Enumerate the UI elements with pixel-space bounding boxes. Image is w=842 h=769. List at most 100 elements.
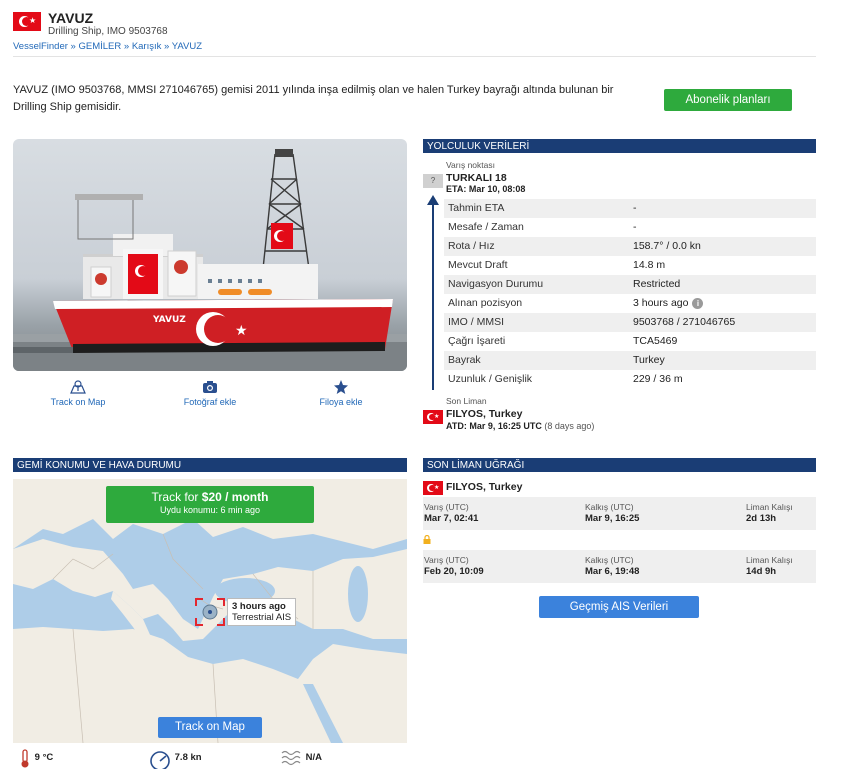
row-key: Uzunluk / Genişlik bbox=[448, 373, 533, 385]
lock-icon bbox=[423, 535, 431, 544]
eta-value: ETA: Mar 10, 08:08 bbox=[446, 184, 526, 194]
port-call-row: Varış (UTC) Feb 20, 10:09 Kalkış (UTC) Mar… bbox=[423, 550, 816, 583]
stay-label: Liman Kalışı bbox=[746, 502, 793, 512]
row-value: TCA5469 bbox=[633, 335, 678, 347]
breadcrumb-gemiler[interactable]: GEMİLER bbox=[78, 41, 121, 52]
weather-waves: N/A bbox=[281, 748, 322, 769]
breadcrumb-separator: » bbox=[67, 41, 79, 52]
departure-label: Kalkış (UTC) bbox=[585, 555, 634, 565]
row-key: Alınan pozisyon bbox=[448, 297, 523, 309]
track-price: $20 / month bbox=[201, 490, 269, 504]
ais-history-button[interactable]: Geçmiş AIS Verileri bbox=[539, 596, 699, 618]
track-satellite-position: Uydu konumu: 6 min ago bbox=[159, 505, 261, 515]
intro-text: YAVUZ (IMO 9503768, MMSI 271046765) gemi… bbox=[13, 84, 614, 113]
add-to-fleet-link[interactable]: Filoya ekle bbox=[296, 380, 386, 407]
turkey-flag-icon: ★ bbox=[13, 12, 41, 31]
thermometer-icon bbox=[21, 749, 29, 768]
map-pin-icon bbox=[70, 380, 86, 394]
track-subscription-box[interactable]: Track for $20 / month Uydu konumu: 6 min… bbox=[106, 486, 314, 523]
route-line bbox=[432, 204, 434, 390]
row-key: Bayrak bbox=[448, 354, 481, 366]
ship-photo[interactable]: ★ YAVUZ bbox=[13, 139, 407, 371]
breadcrumb: VesselFinder » GEMİLER » Karışık » YAVUZ bbox=[13, 41, 202, 52]
voyage-section-header: YOLCULUK VERİLERİ bbox=[423, 139, 816, 153]
row-key: Mevcut Draft bbox=[448, 259, 508, 271]
breadcrumb-separator: » bbox=[121, 41, 132, 52]
row-value: 9503768 / 271046765 bbox=[633, 316, 736, 328]
row-key: Mesafe / Zaman bbox=[448, 221, 524, 233]
row-key: Rota / Hız bbox=[448, 240, 495, 252]
svg-text:★: ★ bbox=[235, 323, 248, 339]
voyage-row: Tahmin ETA - bbox=[444, 199, 816, 218]
voyage-row: Bayrak Turkey bbox=[444, 351, 816, 370]
map-section-header: GEMİ KONUMU VE HAVA DURUMU bbox=[13, 458, 407, 472]
svg-text:YAVUZ: YAVUZ bbox=[152, 315, 186, 325]
destination-value: TURKALI 18 bbox=[446, 172, 507, 184]
row-value: 229 / 36 m bbox=[633, 373, 683, 385]
ship-subtitle: Drilling Ship, IMO 9503768 bbox=[48, 26, 168, 37]
weather-wind: 7.8 kn bbox=[148, 748, 202, 769]
row-key: Tahmin ETA bbox=[448, 202, 505, 214]
track-on-map-label: Track on Map bbox=[50, 397, 106, 407]
departure-value: Mar 9, 16:25 bbox=[585, 513, 640, 524]
page-header: ★ YAVUZ Drilling Ship, IMO 9503768 Vesse… bbox=[13, 10, 816, 57]
row-value: 3 hours ago bbox=[633, 297, 689, 309]
tooltip-source: Terrestrial AIS bbox=[232, 612, 292, 623]
wave-icon bbox=[281, 750, 301, 766]
breadcrumb-vesselfinder[interactable]: VesselFinder bbox=[13, 41, 68, 52]
voyage-row: Rota / Hız 158.7° / 0.0 kn bbox=[444, 237, 816, 256]
breadcrumb-yavuz[interactable]: YAVUZ bbox=[172, 41, 202, 52]
wind-gauge-icon bbox=[150, 751, 170, 769]
port-call-port-name[interactable]: FILYOS, Turkey bbox=[446, 481, 522, 493]
port-calls-section-header: SON LİMAN UĞRAĞI bbox=[423, 458, 816, 472]
tooltip-time: 3 hours ago bbox=[232, 601, 286, 612]
weather-temperature: 9 °C bbox=[18, 748, 53, 769]
vessel-position-tooltip: 3 hours ago Terrestrial AIS bbox=[227, 598, 297, 626]
voyage-row: Mesafe / Zaman - bbox=[444, 218, 816, 237]
stay-value: 2d 13h bbox=[746, 513, 777, 524]
row-key: Çağrı İşareti bbox=[448, 335, 506, 347]
row-value: - bbox=[633, 221, 637, 233]
photo-actions: Track on Map Fotoğraf ekle Filoya ekle bbox=[13, 380, 407, 412]
arrival-label: Varış (UTC) bbox=[424, 502, 469, 512]
info-icon[interactable]: i bbox=[692, 298, 704, 309]
unknown-flag-icon: ? bbox=[423, 174, 443, 188]
departure-value: Mar 6, 19:48 bbox=[585, 566, 640, 577]
row-key: IMO / MMSI bbox=[448, 316, 504, 328]
breadcrumb-karisik[interactable]: Karışık bbox=[132, 41, 162, 52]
row-key: Navigasyon Durumu bbox=[448, 278, 544, 290]
arrival-label: Varış (UTC) bbox=[424, 555, 469, 565]
subscription-plans-button[interactable]: Abonelik planları bbox=[664, 89, 792, 111]
voyage-row: Uzunluk / Genişlik 229 / 36 m bbox=[444, 370, 816, 389]
stay-label: Liman Kalışı bbox=[746, 555, 793, 565]
last-port-name[interactable]: FILYOS, Turkey bbox=[446, 408, 522, 420]
vessel-position-marker-icon[interactable] bbox=[195, 598, 225, 626]
turkey-flag-icon: ★ bbox=[423, 481, 443, 495]
track-on-map-button[interactable]: Track on Map bbox=[158, 717, 262, 738]
row-value: - bbox=[633, 202, 637, 214]
destination-label: Varış noktası bbox=[446, 160, 495, 170]
arrival-value: Feb 20, 10:09 bbox=[424, 566, 484, 577]
voyage-row: Çağrı İşareti TCA5469 bbox=[444, 332, 816, 351]
breadcrumb-separator: » bbox=[161, 41, 172, 52]
voyage-row: Mevcut Draft 14.8 m bbox=[444, 256, 816, 275]
atd-ago: (8 days ago) bbox=[544, 421, 595, 431]
turkey-flag-icon: ★ bbox=[423, 410, 443, 424]
add-photo-link[interactable]: Fotoğraf ekle bbox=[165, 380, 255, 407]
last-port-atd: ATD: Mar 9, 16:25 UTC (8 days ago) bbox=[446, 421, 594, 431]
stay-value: 14d 9h bbox=[746, 566, 777, 577]
departure-label: Kalkış (UTC) bbox=[585, 502, 634, 512]
voyage-row: Navigasyon Durumu Restricted bbox=[444, 275, 816, 294]
temperature-value: 9 °C bbox=[34, 752, 54, 763]
track-on-map-link[interactable]: Track on Map bbox=[33, 380, 123, 407]
last-port-label: Son Liman bbox=[446, 396, 487, 406]
add-photo-label: Fotoğraf ekle bbox=[183, 397, 237, 407]
wave-value: N/A bbox=[305, 752, 323, 763]
row-value: 158.7° / 0.0 kn bbox=[633, 240, 701, 252]
port-call-row: Varış (UTC) Mar 7, 02:41 Kalkış (UTC) Mar … bbox=[423, 497, 816, 530]
camera-icon bbox=[203, 381, 217, 393]
atd-value: ATD: Mar 9, 16:25 UTC bbox=[446, 421, 542, 431]
voyage-row: IMO / MMSI 9503768 / 271046765 bbox=[444, 313, 816, 332]
ship-name: YAVUZ bbox=[48, 10, 94, 26]
arrival-value: Mar 7, 02:41 bbox=[424, 513, 479, 524]
